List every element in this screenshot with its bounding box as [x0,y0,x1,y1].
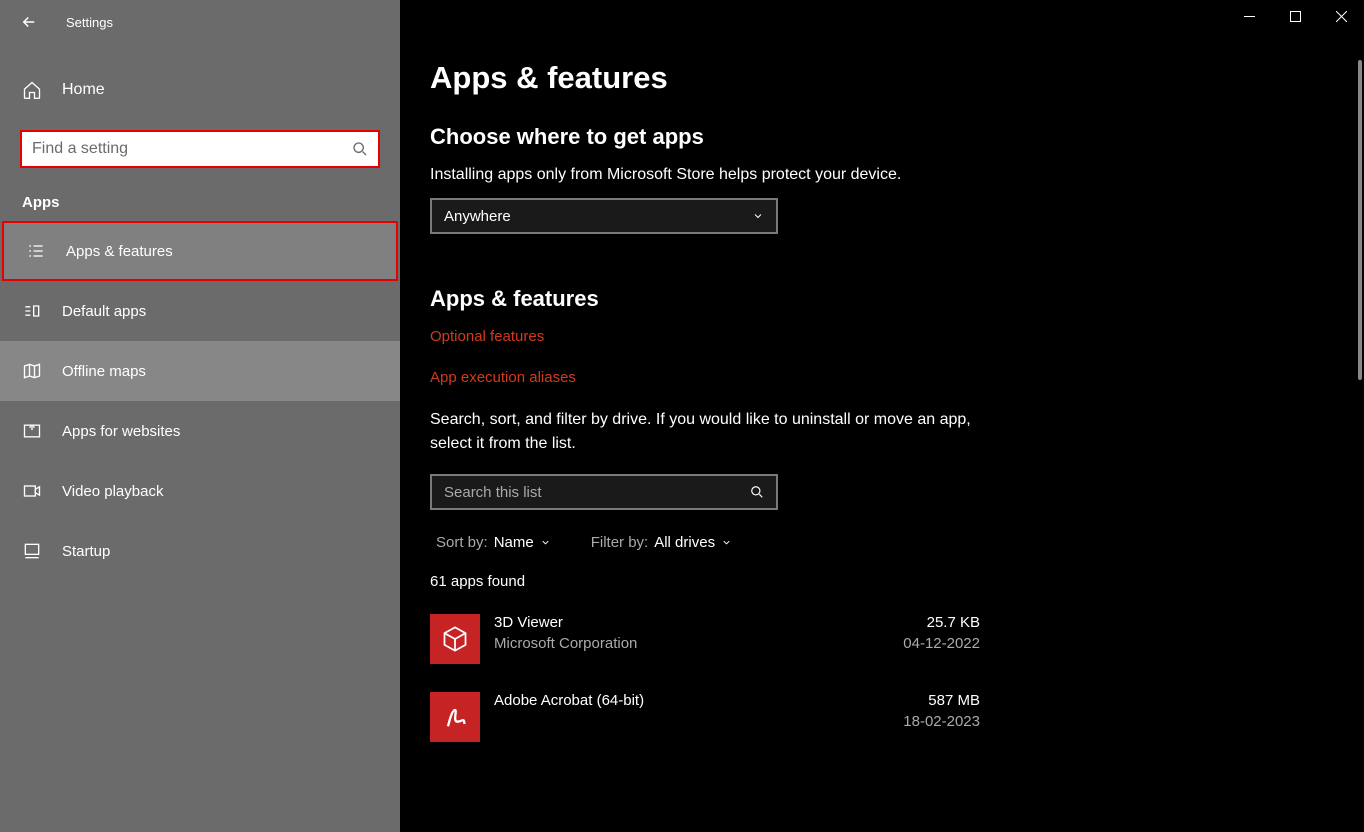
dropdown-value: Anywhere [444,208,511,225]
titlebar [1226,0,1364,32]
app-list-search-input[interactable] [444,484,750,501]
nav-label: Apps for websites [62,423,180,440]
chevron-down-icon [721,537,732,548]
back-icon[interactable] [20,13,38,31]
filter-by-dropdown[interactable]: Filter by: All drives [591,534,732,551]
sort-label: Sort by: [436,534,488,551]
app-icon-3dviewer [430,614,480,664]
sort-by-dropdown[interactable]: Sort by: Name [436,534,551,551]
home-icon [22,80,42,100]
defaults-icon [22,301,42,321]
app-date: 18-02-2023 [903,713,980,730]
nav-video-playback[interactable]: Video playback [0,461,400,521]
search-icon [352,141,368,157]
video-icon [22,481,42,501]
choose-desc: Installing apps only from Microsoft Stor… [430,166,1350,184]
sidebar-home[interactable]: Home [0,66,400,114]
main-content: Apps & features Choose where to get apps… [400,0,1364,832]
app-source-dropdown[interactable]: Anywhere [430,198,778,234]
app-icon-acrobat [430,692,480,742]
section-apps-features: Apps & features [430,286,1350,312]
app-size: 587 MB [903,692,980,709]
chevron-down-icon [752,210,764,222]
nav-label: Video playback [62,483,163,500]
close-button[interactable] [1318,0,1364,32]
filter-label: Filter by: [591,534,649,551]
nav-label: Startup [62,543,110,560]
app-meta: 587 MB 18-02-2023 [903,692,980,730]
websites-icon [22,421,42,441]
nav-label: Apps & features [66,243,173,260]
sidebar-home-label: Home [62,81,105,99]
app-list-search[interactable] [430,474,778,510]
nav-apps-websites[interactable]: Apps for websites [0,401,400,461]
content-area: Apps & features Choose where to get apps… [430,0,1350,748]
window-title: Settings [66,15,113,30]
minimize-button[interactable] [1226,0,1272,32]
scrollbar-thumb[interactable] [1358,60,1362,380]
app-date: 04-12-2022 [903,635,980,652]
app-name: Adobe Acrobat (64-bit) [494,692,903,709]
nav-startup[interactable]: Startup [0,521,400,581]
app-row[interactable]: Adobe Acrobat (64-bit) 587 MB 18-02-2023 [430,686,980,748]
nav-label: Default apps [62,303,146,320]
sidebar-search[interactable] [20,130,380,168]
link-optional-features[interactable]: Optional features [430,328,1350,345]
filter-value: All drives [654,534,715,551]
cube-icon [441,625,469,653]
app-meta: 25.7 KB 04-12-2022 [903,614,980,652]
startup-icon [22,541,42,561]
sidebar: Settings Home Apps Apps & features Defau… [0,0,400,832]
apps-count: 61 apps found [430,573,1350,590]
section-choose-apps: Choose where to get apps [430,124,1350,150]
nav-list: Apps & features Default apps Offline map… [0,221,400,581]
search-icon [750,485,764,499]
app-row[interactable]: 3D Viewer Microsoft Corporation 25.7 KB … [430,608,980,670]
acrobat-icon [441,703,469,731]
category-label: Apps [22,194,400,211]
nav-default-apps[interactable]: Default apps [0,281,400,341]
link-app-aliases[interactable]: App execution aliases [430,369,1350,386]
filter-desc: Search, sort, and filter by drive. If yo… [430,408,990,456]
app-size: 25.7 KB [903,614,980,631]
app-name: 3D Viewer [494,614,903,631]
maximize-button[interactable] [1272,0,1318,32]
sort-value: Name [494,534,534,551]
sort-filter-bar: Sort by: Name Filter by: All drives [430,534,1350,551]
chevron-down-icon [540,537,551,548]
app-text: Adobe Acrobat (64-bit) [494,692,903,713]
scrollbar[interactable] [1358,60,1362,828]
map-icon [22,361,42,381]
sidebar-header: Settings [0,0,400,44]
nav-label: Offline maps [62,363,146,380]
nav-apps-features[interactable]: Apps & features [2,221,398,281]
list-icon [26,241,46,261]
page-title: Apps & features [430,60,1350,96]
search-input[interactable] [32,140,352,158]
nav-offline-maps[interactable]: Offline maps [0,341,400,401]
app-text: 3D Viewer Microsoft Corporation [494,614,903,652]
app-publisher: Microsoft Corporation [494,635,903,652]
